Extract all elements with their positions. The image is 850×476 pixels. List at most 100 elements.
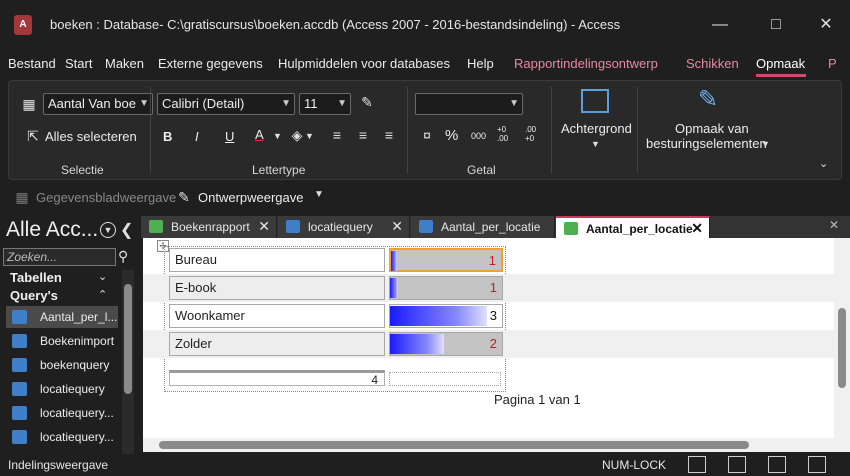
horizontal-scroll-thumb[interactable] xyxy=(159,441,749,449)
tab-maken[interactable]: Maken xyxy=(105,56,144,71)
collapse-nav-icon[interactable]: ❮ xyxy=(120,220,133,240)
chevron-down-icon[interactable]: ⌄ xyxy=(98,270,107,283)
design-view-status-icon[interactable] xyxy=(808,456,826,473)
nav-scrollbar[interactable] xyxy=(122,270,134,454)
select-all-button[interactable]: Alles selecteren xyxy=(45,129,137,144)
thousands-button[interactable]: 000 xyxy=(471,131,486,141)
close-icon[interactable]: ✕ xyxy=(808,8,844,42)
decrease-decimals-button[interactable]: .00 +0 xyxy=(525,125,547,143)
percent-button[interactable]: % xyxy=(445,127,458,144)
increase-decimals-button[interactable]: +0 .00 xyxy=(497,125,519,143)
nav-menu-icon[interactable]: ▼ xyxy=(100,222,116,238)
collapse-ribbon-icon[interactable]: ⌄ xyxy=(819,157,828,170)
nav-item-label: Boekenimport xyxy=(40,334,115,348)
report-canvas[interactable]: ✢ Bureau 1 E-book 1 Woonkamer 3 Zolder 2… xyxy=(143,238,850,438)
tab-start[interactable]: Start xyxy=(65,56,92,71)
nav-item[interactable]: Aantal_per_l... xyxy=(6,306,118,328)
close-icon[interactable]: ✕ xyxy=(391,218,403,235)
align-left-icon[interactable]: ≡ xyxy=(327,127,347,143)
count-cell[interactable]: 2 xyxy=(389,332,503,356)
location-cell[interactable]: Bureau xyxy=(169,248,385,272)
menu-bar: Bestand Start Maken Externe gegevens Hul… xyxy=(0,52,850,78)
location-cell[interactable]: Zolder xyxy=(169,332,385,356)
count-cell[interactable]: 3 xyxy=(389,304,503,328)
doc-tab-aantal-query[interactable]: Aantal_per_locatie xyxy=(411,216,555,238)
report-view-icon[interactable] xyxy=(688,456,706,473)
design-view-button[interactable]: Ontwerpweergave xyxy=(198,190,304,205)
chevron-up-icon[interactable]: ⌃ xyxy=(98,288,107,301)
align-center-icon[interactable]: ≡ xyxy=(353,127,373,143)
tab-rapportindelingsontwerp[interactable]: Rapportindelingsontwerp xyxy=(514,56,658,71)
empty-total-cell[interactable] xyxy=(389,372,501,386)
control-formatting-icon[interactable]: ✎ xyxy=(693,85,723,114)
location-cell[interactable]: Woonkamer xyxy=(169,304,385,328)
font-name-combo[interactable]: Calibri (Detail) ▼ xyxy=(157,93,295,115)
location-cell[interactable]: E-book xyxy=(169,276,385,300)
vertical-scroll-thumb[interactable] xyxy=(838,308,846,388)
close-icon[interactable]: ✕ xyxy=(258,218,270,235)
report-icon xyxy=(149,220,163,233)
format-painter-icon[interactable]: ✎ xyxy=(357,94,377,111)
nav-item[interactable]: locatiequery... xyxy=(6,426,118,448)
close-icon[interactable]: ✕ xyxy=(691,220,703,237)
chevron-down-icon[interactable]: ▼ xyxy=(273,131,282,141)
chevron-down-icon: ▼ xyxy=(139,98,149,109)
nav-item[interactable]: locatiequery... xyxy=(6,402,118,424)
chevron-down-icon[interactable]: ▼ xyxy=(591,139,600,149)
bold-button[interactable]: B xyxy=(163,129,172,144)
chevron-down-icon[interactable]: ▼ xyxy=(305,131,314,141)
vertical-scrollbar[interactable] xyxy=(834,238,850,438)
font-size-combo[interactable]: 11 ▼ xyxy=(299,93,351,115)
background-button[interactable]: Achtergrond xyxy=(561,121,632,136)
nav-search-input[interactable]: Zoeken... xyxy=(3,248,116,266)
count-cell[interactable]: 1 xyxy=(389,248,503,272)
tab-schikken[interactable]: Schikken xyxy=(686,56,739,71)
access-logo-icon: A xyxy=(14,15,32,35)
chevron-down-icon[interactable]: ▼ xyxy=(761,139,770,149)
doc-tab-locatiequery[interactable]: locatiequery ✕ xyxy=(278,216,410,238)
query-icon xyxy=(286,220,300,233)
nav-item[interactable]: boekenquery xyxy=(6,354,118,376)
close-document-icon[interactable]: ✕ xyxy=(829,218,839,232)
doc-tab-boekenrapport[interactable]: Boekenrapport ✕ xyxy=(141,216,277,238)
query-icon xyxy=(12,334,27,348)
nav-item[interactable]: locatiequery xyxy=(6,378,118,400)
total-count-cell[interactable]: 4 xyxy=(169,370,385,387)
print-preview-icon[interactable] xyxy=(728,456,746,473)
maximize-icon[interactable]: □ xyxy=(758,8,794,42)
italic-button[interactable]: I xyxy=(195,129,199,144)
tab-help[interactable]: Help xyxy=(467,56,494,71)
doc-tab-aantal-report[interactable]: Aantal_per_locatie ✕ xyxy=(556,216,710,238)
currency-icon[interactable]: ¤ xyxy=(417,127,437,143)
tab-hulpmiddelen[interactable]: Hulpmiddelen voor databases xyxy=(278,56,450,71)
background-image-icon[interactable] xyxy=(581,89,609,113)
datasheet-view-button[interactable]: Gegevensbladweergave xyxy=(36,190,176,205)
underline-button[interactable]: U xyxy=(225,129,234,144)
query-icon xyxy=(12,358,27,372)
fill-color-icon[interactable]: ◈ xyxy=(287,127,307,144)
search-icon[interactable]: ⚲ xyxy=(118,248,128,265)
nav-item[interactable]: Boekenimport xyxy=(6,330,118,352)
group-separator xyxy=(150,87,151,173)
align-right-icon[interactable]: ≡ xyxy=(379,127,399,143)
tab-opmaak[interactable]: Opmaak xyxy=(756,56,805,71)
horizontal-scrollbar[interactable] xyxy=(143,438,850,452)
nav-title[interactable]: Alle Acc... xyxy=(6,218,98,242)
layout-view-icon[interactable] xyxy=(768,456,786,473)
control-formatting-label-2[interactable]: besturingselementen xyxy=(646,136,767,151)
count-cell[interactable]: 1 xyxy=(389,276,503,300)
nav-category-queries[interactable]: Query's xyxy=(10,288,58,303)
nav-category-tables[interactable]: Tabellen xyxy=(10,270,62,285)
tab-bestand[interactable]: Bestand xyxy=(8,56,56,71)
tab-externe-gegevens[interactable]: Externe gegevens xyxy=(158,56,263,71)
minimize-icon[interactable]: — xyxy=(702,8,738,42)
nav-scroll-thumb[interactable] xyxy=(124,284,132,394)
chevron-down-icon[interactable]: ▼ xyxy=(314,189,324,200)
number-format-combo[interactable]: ▼ xyxy=(415,93,523,115)
control-formatting-label-1[interactable]: Opmaak van xyxy=(675,121,749,136)
view-mode-status: Indelingsweergave xyxy=(8,458,109,472)
font-color-button[interactable]: A xyxy=(255,127,264,142)
object-selector[interactable]: Aantal Van boe ▼ xyxy=(43,93,153,115)
count-value: 1 xyxy=(489,280,497,295)
tab-overflow[interactable]: P xyxy=(828,56,837,71)
